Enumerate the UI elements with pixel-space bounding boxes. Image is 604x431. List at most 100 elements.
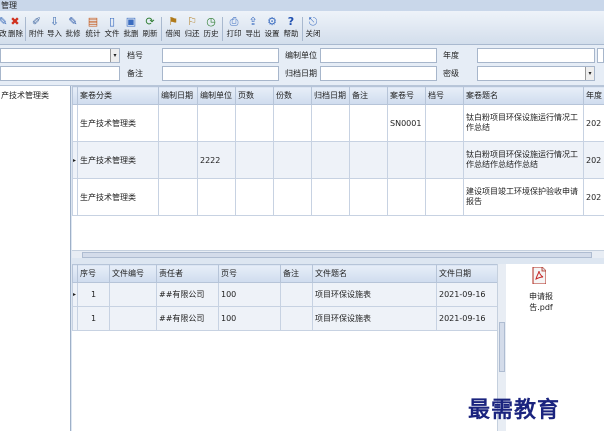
chevron-down-icon[interactable]: ▾ — [110, 49, 119, 62]
header-cell[interactable]: 备注 — [280, 264, 313, 283]
header-cell[interactable]: 案卷号 — [387, 86, 426, 105]
table-row[interactable]: 1 ##有限公司 100 项目环保设施表 2021-09-16 — [72, 306, 497, 331]
table-cell[interactable] — [235, 178, 274, 216]
scrollbar-thumb[interactable] — [499, 322, 505, 372]
security-level-select[interactable]: ▾ — [477, 66, 595, 81]
archive-code-field[interactable] — [162, 48, 279, 63]
table-cell[interactable] — [235, 141, 274, 179]
table-cell[interactable]: 2222 — [197, 141, 236, 179]
help-button[interactable]: ? 帮助 — [283, 14, 299, 42]
table-cell[interactable] — [349, 141, 388, 179]
header-cell[interactable]: 页数 — [235, 86, 274, 105]
table-cell[interactable] — [197, 178, 236, 216]
table-cell[interactable]: 202 — [583, 178, 604, 216]
header-cell[interactable]: 文件日期 — [436, 264, 497, 283]
table-cell[interactable]: 202 — [583, 141, 604, 179]
table-cell[interactable] — [158, 178, 198, 216]
table-cell[interactable]: 2021-09-16 — [436, 282, 497, 307]
table-row[interactable]: 生产技术管理类 SN0001 钛白粉项目环保设施运行情况工作总结 202 — [72, 104, 604, 142]
borrow-button[interactable]: ⚑ 借阅 — [165, 14, 181, 42]
table-cell[interactable]: ##有限公司 — [156, 282, 219, 307]
header-cell[interactable]: 文件题名 — [312, 264, 437, 283]
table-cell[interactable]: 1 — [77, 282, 110, 307]
header-cell[interactable]: 页号 — [218, 264, 281, 283]
table-cell[interactable] — [273, 141, 312, 179]
table-cell[interactable] — [280, 282, 313, 307]
header-cell[interactable]: 归档日期 — [311, 86, 350, 105]
file-button[interactable]: ▯ 文件 — [104, 14, 120, 42]
table-cell[interactable] — [273, 104, 312, 142]
chevron-down-icon[interactable]: ▾ — [585, 67, 594, 80]
table-cell[interactable]: SN0001 — [387, 104, 426, 142]
table-cell[interactable] — [425, 104, 464, 142]
close-button[interactable]: ⎋ 关闭 — [305, 14, 321, 42]
table-cell[interactable]: 钛白粉项目环保设施运行情况工作总结 — [463, 104, 584, 142]
table-cell[interactable] — [425, 178, 464, 216]
settings-button[interactable]: ⚙ 设置 — [264, 14, 280, 42]
year-field[interactable] — [477, 48, 595, 63]
table-cell[interactable] — [158, 104, 198, 142]
table-cell[interactable] — [280, 306, 313, 331]
table-cell[interactable]: 202 — [583, 104, 604, 142]
print-button[interactable]: ⎙ 打印 — [226, 14, 242, 42]
table-cell[interactable] — [311, 178, 350, 216]
table-cell[interactable] — [158, 141, 198, 179]
header-cell[interactable]: 档号 — [425, 86, 464, 105]
year-spinner[interactable] — [597, 48, 604, 63]
table-cell[interactable] — [349, 178, 388, 216]
table-cell[interactable]: 100 — [218, 282, 281, 307]
header-cell[interactable]: 份数 — [273, 86, 312, 105]
refresh-button[interactable]: ⟳ 刷新 — [142, 14, 158, 42]
table-cell[interactable]: 项目环保设施表 — [312, 282, 437, 307]
blank-field[interactable] — [0, 66, 120, 81]
remarks-field[interactable] — [162, 66, 279, 81]
table-cell[interactable]: 项目环保设施表 — [312, 306, 437, 331]
header-cell[interactable]: 案卷分类 — [77, 86, 159, 105]
table-cell[interactable] — [235, 104, 274, 142]
batch-delete-button[interactable]: ▣ 批删 — [123, 14, 139, 42]
table-cell[interactable]: ##有限公司 — [156, 306, 219, 331]
table-cell[interactable] — [109, 282, 157, 307]
history-button[interactable]: ◷ 历史 — [203, 14, 219, 42]
category-select[interactable]: ▾ — [0, 48, 120, 63]
compiling-unit-field[interactable] — [320, 48, 437, 63]
table-cell[interactable] — [311, 141, 350, 179]
table-cell[interactable]: 100 — [218, 306, 281, 331]
delete-button[interactable]: ✖ 删除 — [8, 14, 23, 42]
header-cell[interactable]: 备注 — [349, 86, 388, 105]
export-button[interactable]: ⇪ 导出 — [245, 14, 261, 42]
batch-edit-button[interactable]: ✎ 批修 — [65, 14, 81, 42]
table-cell[interactable]: 生产技术管理类 — [77, 104, 159, 142]
header-cell[interactable]: 责任者 — [156, 264, 219, 283]
table-cell[interactable] — [311, 104, 350, 142]
table-row[interactable]: ▸ 1 ##有限公司 100 项目环保设施表 2021-09-16 — [72, 282, 497, 307]
attachment-button[interactable]: ✐ 附件 — [29, 14, 44, 42]
table-cell[interactable]: 钛白粉项目环保设施运行情况工作总结作总结作总结 — [463, 141, 584, 179]
table-row[interactable]: 生产技术管理类 建设项目竣工环境保护验收申请报告 202 — [72, 178, 604, 216]
table-cell[interactable] — [425, 141, 464, 179]
import-button[interactable]: ⇩ 导入 — [47, 14, 62, 42]
header-cell[interactable]: 序号 — [77, 264, 110, 283]
table-cell[interactable]: 2021-09-16 — [436, 306, 497, 331]
header-cell[interactable]: 编制日期 — [158, 86, 198, 105]
header-cell[interactable]: 编制单位 — [197, 86, 236, 105]
header-cell[interactable]: 文件编号 — [109, 264, 157, 283]
header-cell[interactable]: 案卷题名 — [463, 86, 584, 105]
table-cell[interactable]: 建设项目竣工环境保护验收申请报告 — [463, 178, 584, 216]
table-cell[interactable]: 1 — [77, 306, 110, 331]
tree-item[interactable]: 产技术管理类 — [1, 90, 49, 101]
table-cell[interactable] — [109, 306, 157, 331]
pdf-file-icon[interactable] — [532, 267, 546, 284]
filing-date-field[interactable] — [320, 66, 437, 81]
header-cell[interactable]: 年度 — [583, 86, 604, 105]
table-cell[interactable] — [273, 178, 312, 216]
statistics-button[interactable]: ▤ 统计 — [85, 14, 101, 42]
table-cell[interactable] — [387, 141, 426, 179]
table-cell[interactable] — [387, 178, 426, 216]
return-button[interactable]: ⚐ 归还 — [184, 14, 200, 42]
table-cell[interactable]: 生产技术管理类 — [77, 178, 159, 216]
table-row[interactable]: ▸ 生产技术管理类 2222 钛白粉项目环保设施运行情况工作总结作总结作总结 2… — [72, 141, 604, 179]
table-cell[interactable]: 生产技术管理类 — [77, 141, 159, 179]
table-cell[interactable] — [197, 104, 236, 142]
table-cell[interactable] — [349, 104, 388, 142]
